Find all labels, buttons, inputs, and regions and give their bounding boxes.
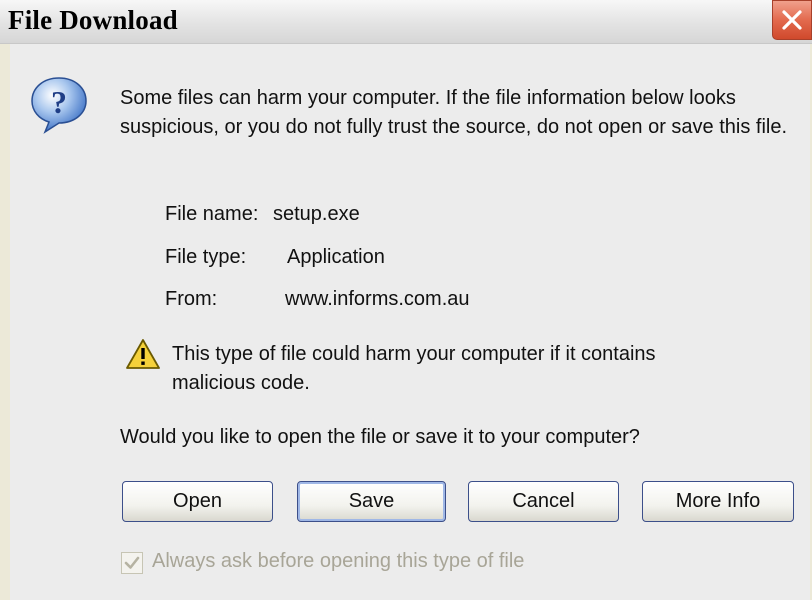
- file-download-dialog: File Download ? Some files can harm your…: [0, 0, 812, 600]
- checkmark-icon: [124, 556, 140, 569]
- title-bar[interactable]: File Download: [0, 0, 812, 44]
- save-button[interactable]: Save: [297, 481, 446, 522]
- dialog-title: File Download: [8, 5, 178, 35]
- close-button[interactable]: [772, 0, 812, 40]
- always-ask-checkbox[interactable]: [121, 552, 143, 574]
- file-name-label: File name:: [165, 203, 259, 225]
- harm-warning-text: This type of file could harm your comput…: [172, 343, 656, 394]
- question-icon: ?: [31, 77, 87, 134]
- svg-text:?: ?: [51, 84, 67, 120]
- security-warning-text: Some files can harm your computer. If th…: [120, 87, 788, 138]
- warning-icon: [126, 339, 160, 369]
- file-type-value: Application: [287, 246, 385, 268]
- from-label: From:: [165, 288, 218, 310]
- download-question: Would you like to open the file or save …: [120, 426, 640, 448]
- from-value: www.informs.com.au: [285, 288, 470, 310]
- always-ask-label[interactable]: Always ask before opening this type of f…: [152, 550, 524, 573]
- file-name-value: setup.exe: [273, 203, 360, 225]
- cancel-button[interactable]: Cancel: [468, 481, 619, 522]
- open-button[interactable]: Open: [122, 481, 273, 522]
- file-type-label: File type:: [165, 246, 247, 268]
- more-info-button[interactable]: More Info: [642, 481, 794, 522]
- close-icon: [782, 10, 802, 30]
